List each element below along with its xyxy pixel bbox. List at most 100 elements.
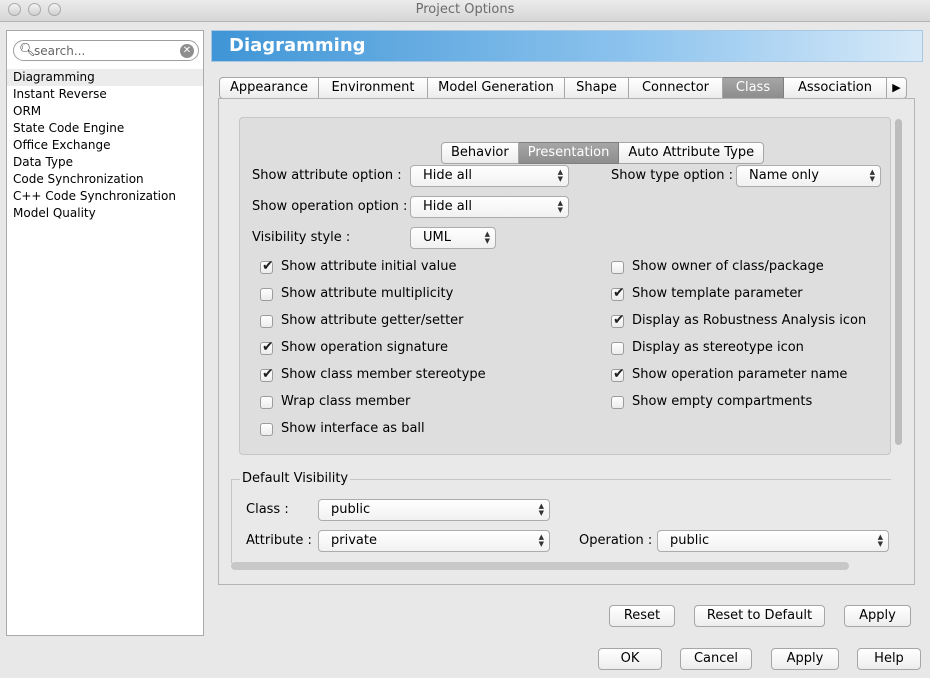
apply-button[interactable]: Apply — [771, 648, 839, 670]
checkbox-label: Display as Robustness Analysis icon — [632, 313, 867, 328]
category-item-office-exchange[interactable]: Office Exchange — [7, 137, 203, 154]
type-option-select[interactable]: Name only ▲ ▼ — [736, 165, 881, 187]
cancel-button[interactable]: Cancel — [680, 648, 752, 670]
clear-search-icon[interactable]: ✕ — [180, 44, 194, 58]
tab-connector[interactable]: Connector — [629, 77, 723, 99]
horizontal-scrollbar[interactable] — [231, 562, 849, 570]
category-item-cpp-code-synchronization[interactable]: C++ Code Synchronization — [7, 188, 203, 205]
checkbox-box[interactable] — [260, 423, 273, 436]
tab-association[interactable]: Association — [784, 77, 887, 99]
select-arrows-icon: ▲ ▼ — [484, 230, 490, 245]
select-arrows-icon: ▲ ▼ — [877, 533, 883, 548]
category-item-diagramming[interactable]: Diagramming — [7, 69, 203, 86]
checkbox-box[interactable] — [611, 342, 624, 355]
subtab-presentation[interactable]: Presentation — [518, 142, 620, 164]
presentation-panel: Behavior Presentation Auto Attribute Typ… — [239, 117, 891, 455]
attribute-option-label: Show attribute option : — [252, 168, 402, 183]
checkbox-box[interactable]: ✔ — [260, 339, 274, 355]
checkbox-label: Show owner of class/package — [632, 259, 824, 274]
tab-shape[interactable]: Shape — [565, 77, 629, 99]
tab-appearance[interactable]: Appearance — [219, 77, 319, 99]
vertical-scrollbar-thumb[interactable] — [895, 119, 902, 445]
select-arrows-icon: ▲ ▼ — [538, 533, 544, 548]
visibility-style-value: UML — [423, 230, 451, 245]
checkbox-box[interactable]: ✔ — [611, 285, 625, 301]
class-options-panel: Behavior Presentation Auto Attribute Typ… — [218, 98, 915, 585]
section-header: Diagramming — [211, 30, 923, 62]
default-visibility-title: Default Visibility — [240, 471, 351, 486]
attribute-option-select[interactable]: Hide all ▲ ▼ — [410, 165, 569, 187]
attribute-visibility-value: private — [331, 533, 377, 548]
search-box[interactable]: 🔍︎ ✕ — [13, 40, 199, 61]
checkbox-box[interactable]: ✔ — [260, 366, 274, 382]
category-item-model-quality[interactable]: Model Quality — [7, 205, 203, 222]
check-icon: ✔ — [613, 312, 625, 328]
check-icon: ✔ — [613, 366, 625, 382]
checkbox-box[interactable] — [260, 396, 273, 409]
attribute-visibility-select[interactable]: private ▲ ▼ — [318, 530, 550, 552]
check-icon: ✔ — [262, 366, 274, 382]
checkbox-box[interactable] — [260, 315, 273, 328]
category-list: Diagramming Instant Reverse ORM State Co… — [7, 69, 203, 222]
tab-scroll-right-icon[interactable]: ▶ — [887, 77, 907, 99]
reset-button[interactable]: Reset — [609, 605, 675, 627]
category-item-instant-reverse[interactable]: Instant Reverse — [7, 86, 203, 103]
operation-visibility-select[interactable]: public ▲ ▼ — [657, 530, 889, 552]
tab-model-generation[interactable]: Model Generation — [428, 77, 565, 99]
operation-option-label: Show operation option : — [252, 199, 408, 214]
attribute-visibility-label: Attribute : — [246, 533, 312, 548]
default-visibility-group: Default Visibility Class : public ▲ ▼ Att… — [231, 471, 891, 563]
category-item-code-synchronization[interactable]: Code Synchronization — [7, 171, 203, 188]
visibility-style-label: Visibility style : — [252, 230, 351, 245]
check-icon: ✔ — [262, 339, 274, 355]
class-visibility-label: Class : — [246, 502, 289, 517]
operation-visibility-label: Operation : — [579, 533, 653, 548]
title-bar: Project Options — [0, 0, 930, 22]
checkbox-label: Show interface as ball — [281, 421, 425, 436]
checkbox-box[interactable] — [611, 261, 624, 274]
checkbox-label: Show attribute multiplicity — [281, 286, 454, 301]
operation-option-value: Hide all — [423, 199, 472, 214]
checkbox-label: Show operation signature — [281, 340, 448, 355]
sub-tab-bar: Behavior Presentation Auto Attribute Typ… — [441, 142, 765, 164]
checkbox-label: Show operation parameter name — [632, 367, 848, 382]
checkbox-box[interactable] — [260, 288, 273, 301]
search-input[interactable] — [34, 43, 174, 59]
checkbox-box[interactable]: ✔ — [260, 258, 274, 274]
select-arrows-icon: ▲ ▼ — [538, 502, 544, 517]
checkbox-label: Show empty compartments — [632, 394, 813, 409]
category-item-state-code-engine[interactable]: State Code Engine — [7, 120, 203, 137]
subtab-behavior[interactable]: Behavior — [441, 142, 519, 164]
help-button[interactable]: Help — [857, 648, 921, 670]
panel-apply-button[interactable]: Apply — [844, 605, 911, 627]
visibility-style-select[interactable]: UML ▲ ▼ — [410, 227, 496, 249]
checkbox-box[interactable]: ✔ — [611, 366, 625, 382]
category-item-orm[interactable]: ORM — [7, 103, 203, 120]
tab-environment[interactable]: Environment — [319, 77, 428, 99]
section-title: Diagramming — [229, 35, 366, 56]
category-panel: 🔍︎ ✕ Diagramming Instant Reverse ORM Sta… — [6, 30, 204, 636]
select-arrows-icon: ▲ ▼ — [869, 168, 875, 183]
check-icon: ✔ — [262, 258, 274, 274]
checkbox-label: Show attribute initial value — [281, 259, 457, 274]
select-arrows-icon: ▲ ▼ — [557, 199, 563, 214]
operation-option-select[interactable]: Hide all ▲ ▼ — [410, 196, 569, 218]
attribute-option-value: Hide all — [423, 168, 472, 183]
subtab-auto-attribute-type[interactable]: Auto Attribute Type — [619, 142, 765, 164]
checkbox-box[interactable]: ✔ — [611, 312, 625, 328]
window-title: Project Options — [415, 2, 515, 17]
class-visibility-select[interactable]: public ▲ ▼ — [318, 499, 550, 521]
vertical-scrollbar[interactable] — [892, 115, 904, 548]
checkbox-label: Show attribute getter/setter — [281, 313, 464, 328]
checkbox-box[interactable] — [611, 396, 624, 409]
type-option-value: Name only — [749, 168, 819, 183]
type-option-label: Show type option : — [611, 168, 734, 183]
ok-button[interactable]: OK — [598, 648, 662, 670]
operation-visibility-value: public — [670, 533, 710, 548]
category-item-data-type[interactable]: Data Type — [7, 154, 203, 171]
select-arrows-icon: ▲ ▼ — [557, 168, 563, 183]
reset-to-default-button[interactable]: Reset to Default — [694, 605, 825, 627]
main-tab-bar: Appearance Environment Model Generation … — [219, 77, 913, 99]
checkbox-label: Display as stereotype icon — [632, 340, 804, 355]
tab-class[interactable]: Class — [723, 77, 784, 99]
